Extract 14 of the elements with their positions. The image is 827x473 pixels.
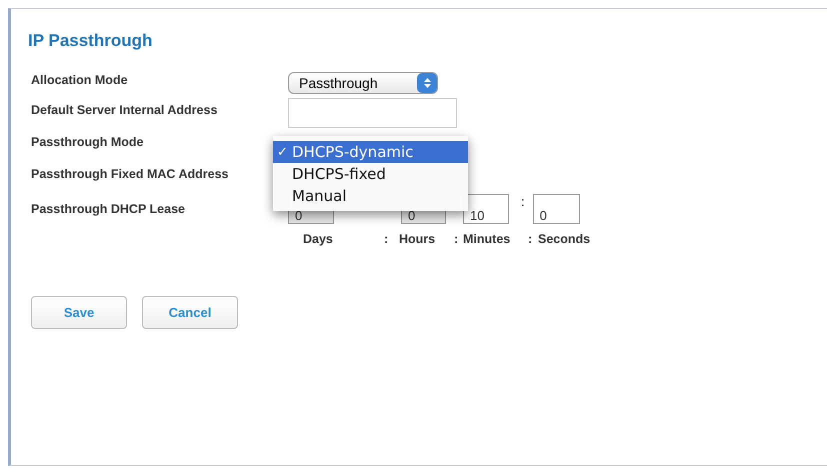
unit-label: Hours [399, 232, 436, 246]
unit-label: Seconds [538, 232, 590, 246]
field-label: Passthrough DHCP Lease [31, 202, 186, 216]
field-label: Allocation Mode [31, 73, 129, 87]
unit-label: : [454, 232, 460, 246]
unit-label: : [528, 232, 534, 246]
field-label: Passthrough Mode [31, 135, 145, 149]
unit-label: Days [303, 232, 334, 246]
separator-text: : [521, 194, 525, 209]
unit-label: : [384, 232, 390, 246]
field-label: Passthrough Fixed MAC Address [31, 167, 230, 181]
unit-label: Minutes [463, 232, 512, 246]
field-label: Default Server Internal Address [31, 103, 218, 117]
page-title: IP Passthrough [28, 31, 154, 51]
